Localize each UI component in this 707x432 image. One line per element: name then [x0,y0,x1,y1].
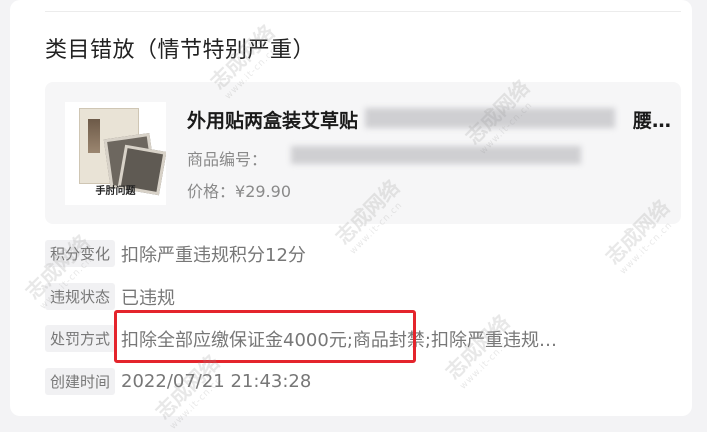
detail-row-status: 违规状态 已违规 [45,283,175,313]
product-title-text: 外用贴两盒装艾草贴 [187,110,359,132]
red-highlight-box [114,310,416,363]
blurred-product-code [291,146,581,164]
detail-row-points: 积分变化 扣除严重违规积分12分 [45,240,306,270]
penalty-method-label: 处罚方式 [45,325,116,352]
created-time-label: 创建时间 [45,368,116,395]
price-label: 价格： [187,182,236,201]
product-code-label: 商品编号： [187,150,268,169]
product-card[interactable]: 手肘问题 外用贴两盒装艾草贴 腰… 商品编号： 价格：¥29.90 [45,82,681,224]
top-divider [45,11,681,12]
detail-row-created: 创建时间 2022/07/21 21:43:28 [45,368,311,398]
blurred-title-region [365,108,615,128]
created-time-value: 2022/07/21 21:43:28 [121,371,312,392]
violation-title: 类目错放（情节特别严重） [45,38,316,63]
thumbnail-caption: 手肘问题 [95,186,136,197]
violation-status-label: 违规状态 [45,283,116,310]
points-change-label: 积分变化 [45,240,116,267]
points-change-value: 扣除严重违规积分12分 [121,244,306,266]
price-value: ¥29.90 [235,182,291,201]
product-thumbnail[interactable]: 手肘问题 [65,102,166,205]
product-title-tail: 腰… [633,110,672,132]
violation-status-value: 已违规 [121,287,176,309]
product-price-row: 价格：¥29.90 [187,178,291,202]
